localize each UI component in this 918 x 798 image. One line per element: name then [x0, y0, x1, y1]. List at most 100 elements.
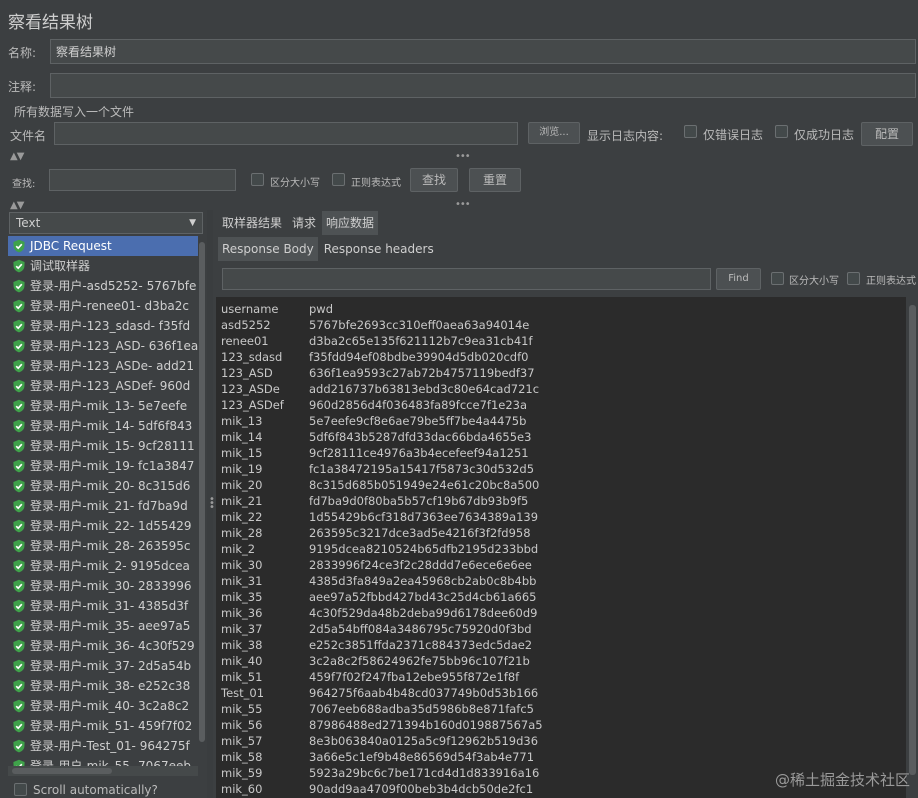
response-pwd: fc1a38472195a15417f5873c30d532d5 [309, 462, 535, 476]
tree-item-label: 登录-用户-mik_2- 9195dcea [30, 559, 190, 573]
tree-item[interactable]: 登录-用户-renee01- d3ba2c [8, 296, 198, 316]
tree-item[interactable]: 登录-用户-mik_31- 4385d3f [8, 596, 198, 616]
response-line: username pwd [221, 301, 906, 317]
file-name-input[interactable] [54, 122, 518, 145]
result-tabs: 取样器结果 请求 响应数据 [218, 211, 379, 235]
response-pwd: 8e3b063840a0125a5c9f12962b519d36 [309, 734, 539, 748]
tree-item[interactable]: 登录-用户-123_ASDef- 960d [8, 376, 198, 396]
response-pwd: e252c3851ffda2371c884373edc5dae2 [309, 638, 533, 652]
response-find-button[interactable]: Find [716, 268, 761, 290]
tree-scrollbar[interactable] [198, 236, 206, 766]
tree-item[interactable]: 登录-用户-123_sdasd- f35fd [8, 316, 198, 336]
tree-hscrollbar[interactable] [8, 766, 198, 776]
response-line: renee01 d3ba2c65e135f621112b7c9ea31cb41f [221, 333, 906, 349]
splitter-grip-icon-2[interactable]: ••• [455, 199, 471, 210]
tree-item[interactable]: 登录-用户-mik_20- 8c315d6 [8, 476, 198, 496]
tree-item[interactable]: 登录-用户-mik_19- fc1a3847 [8, 456, 198, 476]
tree-item-label: 登录-用户-123_ASD- 636f1ea [30, 339, 198, 353]
watermark: @稀土掘金技术社区 [774, 771, 910, 789]
scroll-auto-checkbox[interactable] [14, 783, 27, 796]
response-pwd: 636f1ea9593c27ab72b4757119bedf37 [309, 366, 535, 380]
success-shield-icon [13, 499, 25, 513]
response-find-input[interactable] [222, 268, 711, 290]
subtab-response-headers[interactable]: Response headers [320, 237, 438, 261]
collapse-arrows-icon-2[interactable]: ▲▼ [10, 200, 24, 211]
response-username: mik_57 [221, 734, 263, 748]
response-pwd: 1d55429b6cf318d7363ee7634389a139 [309, 510, 539, 524]
tab-request[interactable]: 请求 [288, 211, 320, 235]
response-line: mik_14 5df6f843b5287dfd33dac66bda4655e3 [221, 429, 906, 445]
success-only-checkbox[interactable] [775, 125, 788, 138]
response-username: mik_56 [221, 718, 263, 732]
tree-item[interactable]: 登录-用户-123_ASDe- add21 [8, 356, 198, 376]
success-shield-icon [13, 659, 25, 673]
tree-item[interactable]: 登录-用户-mik_2- 9195dcea [8, 556, 198, 576]
success-shield-icon [13, 619, 25, 633]
response-regex-label: 正则表达式 [866, 276, 916, 287]
renderer-select-value: Text [16, 216, 41, 230]
tab-response-data[interactable]: 响应数据 [322, 211, 379, 235]
tree-item[interactable]: 登录-用户-mik_28- 263595c [8, 536, 198, 556]
tree-item[interactable]: 登录-用户-mik_30- 2833996 [8, 576, 198, 596]
response-scrollbar[interactable] [906, 297, 918, 798]
tree-item[interactable]: 登录-用户-mik_21- fd7ba9d [8, 496, 198, 516]
reset-button[interactable]: 重置 [469, 168, 521, 192]
response-username: mik_14 [221, 430, 263, 444]
renderer-select[interactable]: Text ▼ [9, 212, 203, 234]
tree-scrollbar-thumb[interactable] [199, 242, 205, 742]
subtab-response-body[interactable]: Response Body [218, 237, 318, 261]
find-button[interactable]: 查找 [410, 168, 458, 192]
response-body[interactable]: username pwd asd5252 5767bfe2693cc310eff0ae… [216, 297, 906, 798]
response-username: mik_2 [221, 542, 256, 556]
tree-item[interactable]: 登录-用户-asd5252- 5767bfe [8, 276, 198, 296]
response-pwd: 3a66e5c1ef9b48e86569d54f3ab4e771 [309, 750, 535, 764]
response-username: asd5252 [221, 318, 271, 332]
tree-item[interactable]: 登录-用户-mik_38- e252c38 [8, 676, 198, 696]
tree-item[interactable]: 登录-用户-mik_55- 7067eeb [8, 756, 198, 766]
tree-item[interactable]: 调试取样器 [8, 256, 198, 276]
success-shield-icon [13, 299, 25, 313]
regex-label: 正则表达式 [351, 178, 401, 189]
tree-item[interactable]: JDBC Request [8, 236, 198, 256]
search-input[interactable] [49, 169, 236, 191]
regex-checkbox[interactable] [332, 173, 345, 186]
success-shield-icon [13, 459, 25, 473]
response-case-checkbox[interactable] [771, 272, 784, 285]
response-line: mik_21 fd7ba9d0f80ba5b57cf19b67db93b9f5 [221, 493, 906, 509]
tree-item[interactable]: 登录-用户-Test_01- 964275f [8, 736, 198, 756]
tree-item[interactable]: 登录-用户-mik_13- 5e7eefe [8, 396, 198, 416]
tree-item[interactable]: 登录-用户-mik_35- aee97a5 [8, 616, 198, 636]
tree-item[interactable]: 登录-用户-mik_15- 9cf28111 [8, 436, 198, 456]
success-shield-icon [13, 719, 25, 733]
tree-item[interactable]: 登录-用户-mik_36- 4c30f529 [8, 636, 198, 656]
name-input[interactable]: 察看结果树 [50, 39, 916, 64]
success-shield-icon [13, 739, 25, 753]
tree-item-label: 登录-用户-mik_40- 3c2a8c2 [30, 699, 190, 713]
tree-item[interactable]: 登录-用户-mik_51- 459f7f02 [8, 716, 198, 736]
tree-item[interactable]: 登录-用户-123_ASD- 636f1ea [8, 336, 198, 356]
tree-item-label: 登录-用户-123_ASDe- add21 [30, 359, 195, 373]
response-pwd: aee97a52fbbd427bd43c25d4cb61a665 [309, 590, 537, 604]
response-username: Test_01 [221, 686, 265, 700]
response-regex-checkbox[interactable] [847, 272, 860, 285]
configure-button[interactable]: 配置 [861, 122, 913, 146]
browse-button[interactable]: 浏览... [528, 122, 580, 144]
tab-sampler-result[interactable]: 取样器结果 [218, 211, 286, 235]
splitter-grip-icon[interactable]: ••• [455, 151, 471, 162]
success-shield-icon [13, 759, 25, 766]
tree-item[interactable]: 登录-用户-mik_37- 2d5a54b [8, 656, 198, 676]
comment-input[interactable] [50, 73, 916, 98]
results-tree[interactable]: JDBC Request 调试取样器 登录-用户-asd5252- 5767bfe 登… [8, 236, 198, 766]
response-pwd: fd7ba9d0f80ba5b57cf19b67db93b9f5 [309, 494, 529, 508]
case-sensitive-checkbox[interactable] [251, 173, 264, 186]
tree-item[interactable]: 登录-用户-mik_14- 5df6f843 [8, 416, 198, 436]
collapse-arrows-icon[interactable]: ▲▼ [10, 151, 24, 162]
response-username: mik_28 [221, 526, 263, 540]
tree-item[interactable]: 登录-用户-mik_22- 1d55429 [8, 516, 198, 536]
tree-hscrollbar-thumb[interactable] [12, 768, 112, 774]
errors-only-checkbox[interactable] [684, 125, 697, 138]
tree-item[interactable]: 登录-用户-mik_40- 3c2a8c2 [8, 696, 198, 716]
splitter-dots-icon[interactable]: • • • [209, 495, 215, 513]
tree-item-label: 登录-用户-123_ASDef- 960d [30, 379, 191, 393]
response-scrollbar-thumb[interactable] [909, 305, 916, 775]
